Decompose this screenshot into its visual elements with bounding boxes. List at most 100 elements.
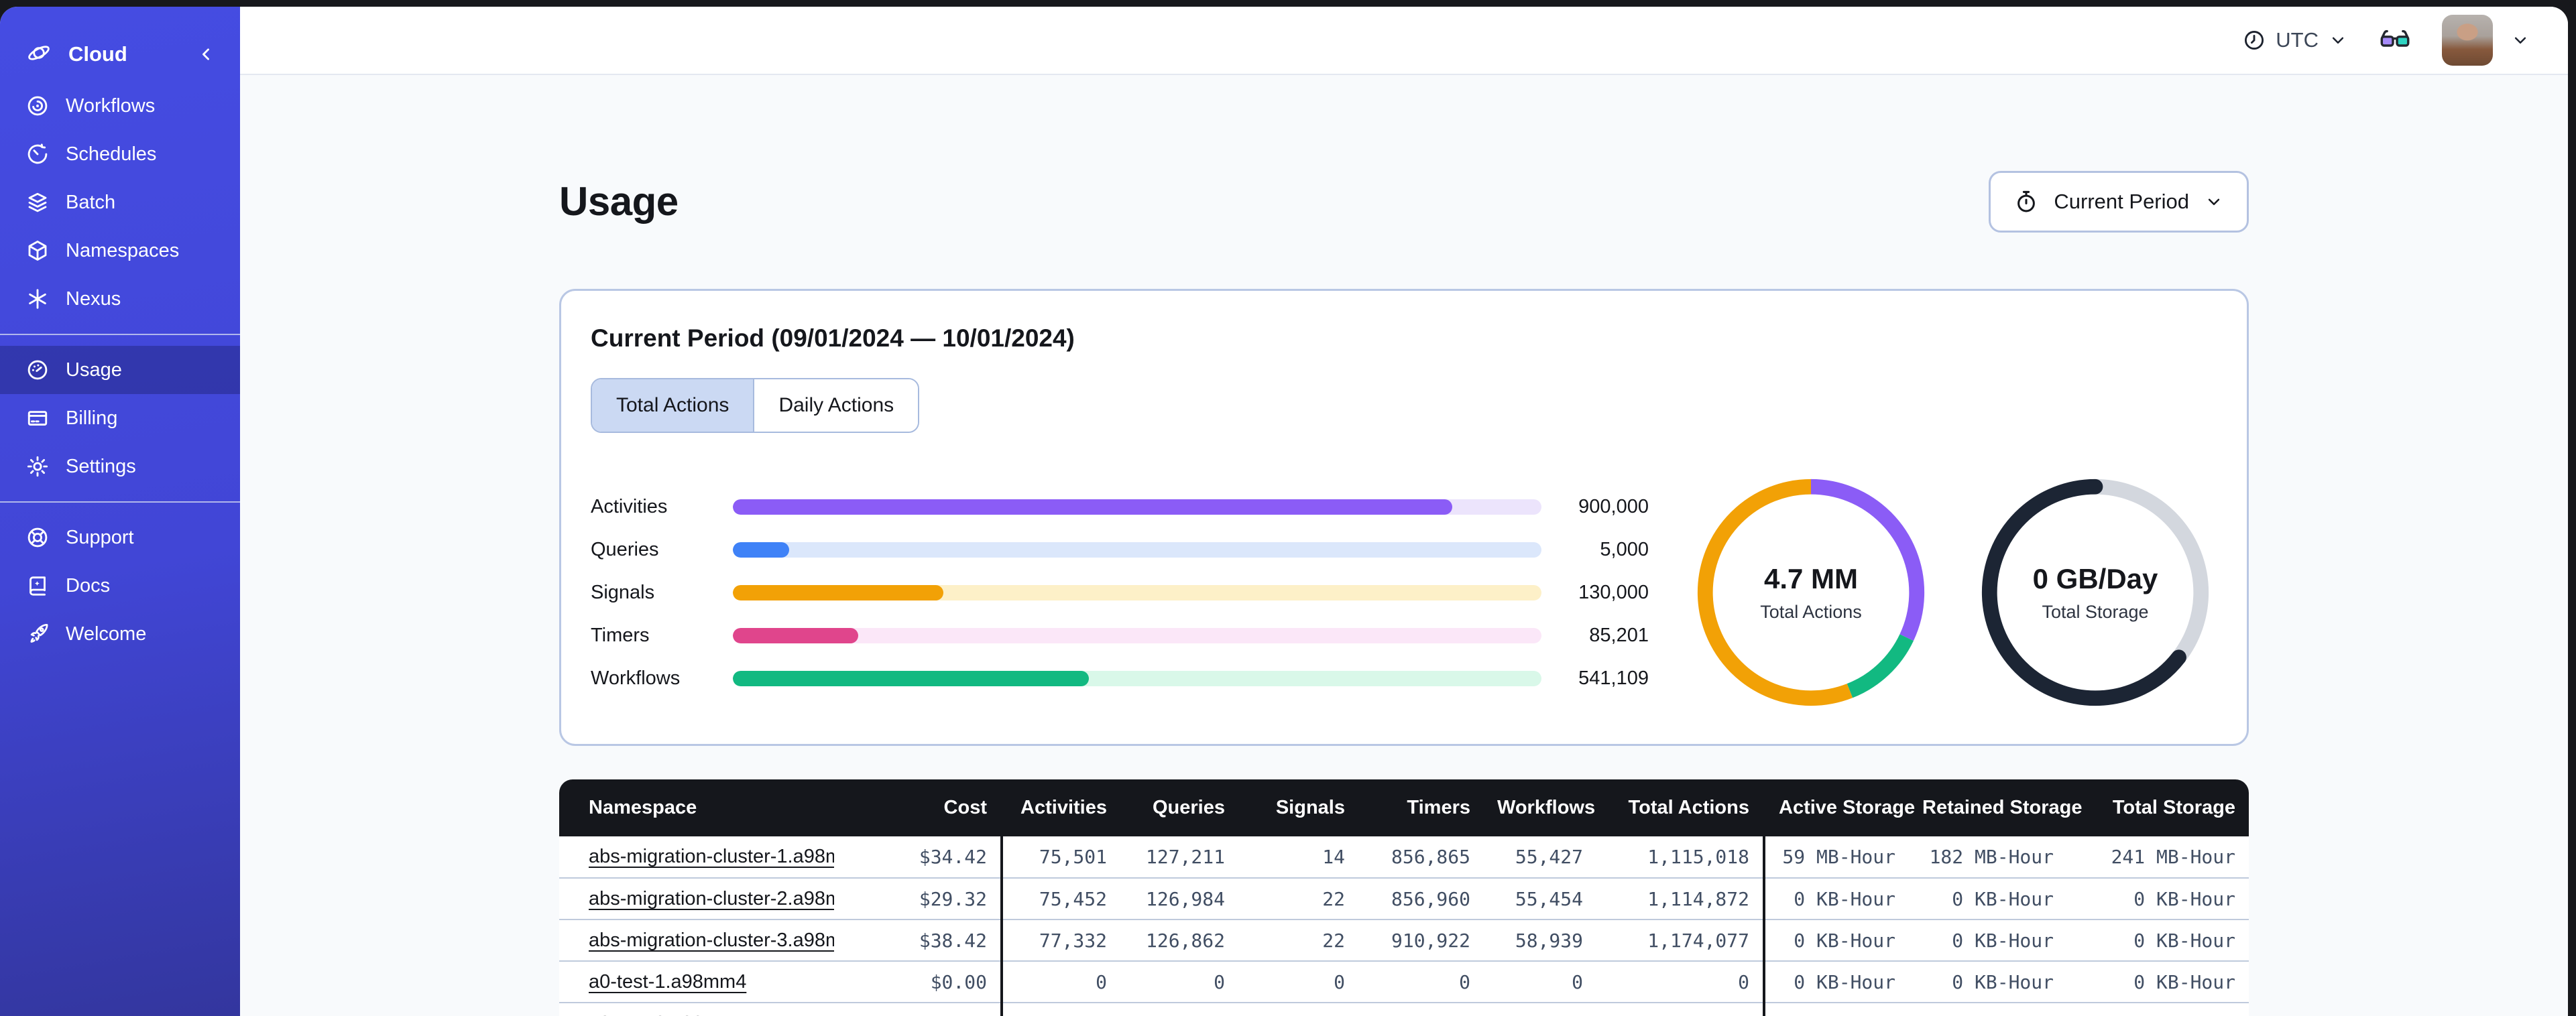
cell-timers: 0 bbox=[1358, 1003, 1484, 1016]
user-menu[interactable] bbox=[2442, 15, 2530, 66]
namespace-link[interactable]: abs-migration-cluster-3.a98mm4 bbox=[589, 930, 834, 951]
page-title: Usage bbox=[559, 179, 679, 225]
total-storage-donut: 0 GB/Day Total Storage bbox=[1973, 470, 2217, 714]
cell-queries: 126,984 bbox=[1120, 878, 1238, 921]
cell-activities: 75,452 bbox=[1000, 878, 1120, 921]
sidebar-divider bbox=[0, 501, 240, 503]
bar-value: 85,201 bbox=[1589, 624, 1649, 646]
clock-icon bbox=[2245, 30, 2264, 50]
sidebar-item-label: Welcome bbox=[66, 623, 147, 645]
col-namespace: Namespace bbox=[559, 779, 834, 837]
cell-activities: 77,332 bbox=[1000, 919, 1120, 962]
topbar: UTC bbox=[240, 7, 2568, 75]
col-total-storage: Total Storage bbox=[2067, 779, 2249, 837]
sidebar-item-usage[interactable]: Usage bbox=[0, 346, 240, 394]
sidebar-item-namespaces[interactable]: Namespaces bbox=[0, 227, 240, 275]
current-period-card: Current Period (09/01/2024 — 10/01/2024)… bbox=[559, 289, 2249, 747]
col-signals: Signals bbox=[1238, 779, 1358, 837]
col-timers: Timers bbox=[1358, 779, 1484, 837]
cell-cost: $29.32 bbox=[834, 878, 1002, 921]
demo-glasses-button[interactable] bbox=[2378, 23, 2412, 58]
namespace-link[interactable]: a0-test-1.a98mm4 bbox=[589, 971, 746, 993]
period-select-button[interactable]: Current Period bbox=[1989, 170, 2249, 233]
cell-retained-storage: 182 MB-Hour bbox=[1909, 836, 2067, 879]
sidebar-item-label: Support bbox=[66, 526, 134, 548]
timezone-picker[interactable]: UTC bbox=[2242, 28, 2348, 52]
bar-fill bbox=[733, 499, 1453, 515]
book-icon bbox=[25, 574, 50, 598]
sidebar-item-label: Namespaces bbox=[66, 239, 180, 261]
sidebar-item-workflows[interactable]: Workflows bbox=[0, 82, 240, 130]
bar-label: Workflows bbox=[591, 667, 681, 689]
sidebar-item-label: Schedules bbox=[66, 143, 157, 165]
bar-value: 5,000 bbox=[1600, 538, 1649, 560]
cell-workflows: 55,427 bbox=[1484, 836, 1596, 879]
sidebar-item-settings[interactable]: Settings bbox=[0, 442, 240, 491]
namespace-link[interactable]: abs-migration-cluster-1.a98mm4 bbox=[589, 846, 834, 867]
col-cost: Cost bbox=[834, 779, 1002, 837]
table-row: abs-migration-cluster-3.a98mm4 $38.42 77… bbox=[559, 919, 2249, 962]
cloud-orbit-icon bbox=[25, 40, 52, 70]
cell-queries: 127,211 bbox=[1120, 836, 1238, 879]
glasses-icon bbox=[2380, 29, 2410, 47]
sidebar-item-schedules[interactable]: Schedules bbox=[0, 130, 240, 178]
cell-total-storage: 0 KB-Hour bbox=[2067, 1003, 2249, 1016]
namespace-link[interactable]: abs-migration-cluster-2.a98mm4 bbox=[589, 888, 834, 909]
sidebar-item-label: Docs bbox=[66, 574, 111, 596]
cell-activities: 0 bbox=[1000, 961, 1120, 1004]
cell-timers: 856,865 bbox=[1358, 836, 1484, 879]
cell-activities: 75,501 bbox=[1000, 836, 1120, 879]
bar-row-signals: Signals 130,000 bbox=[591, 571, 1649, 614]
bar-track bbox=[733, 499, 1541, 515]
cell-retained-storage: 0 KB-Hour bbox=[1909, 1003, 2067, 1016]
bar-value: 541,109 bbox=[1578, 667, 1649, 689]
cell-queries: 0 bbox=[1120, 961, 1238, 1004]
app-window: Cloud Workflows Schedules Batch Namespac… bbox=[0, 7, 2568, 1016]
tab-daily-actions[interactable]: Daily Actions bbox=[753, 379, 919, 432]
cell-retained-storage: 0 KB-Hour bbox=[1909, 961, 2067, 1004]
chevron-down-icon bbox=[2208, 198, 2220, 205]
bar-track bbox=[733, 627, 1541, 643]
avatar[interactable] bbox=[2442, 15, 2493, 66]
tab-total-actions[interactable]: Total Actions bbox=[592, 379, 754, 432]
table-row: abs-migration-cluster-2.a98mm4 $29.32 75… bbox=[559, 878, 2249, 921]
cell-total-storage: 0 KB-Hour bbox=[2067, 878, 2249, 921]
sidebar-divider bbox=[0, 334, 240, 335]
col-total-actions: Total Actions bbox=[1596, 779, 1764, 837]
sidebar-item-nexus[interactable]: Nexus bbox=[0, 275, 240, 323]
donut-value: 4.7 MM bbox=[1763, 562, 1859, 594]
bar-fill bbox=[733, 584, 943, 600]
stopwatch-icon bbox=[2017, 190, 2036, 212]
sidebar-item-billing[interactable]: Billing bbox=[0, 394, 240, 442]
actions-tab-group: Total Actions Daily Actions bbox=[591, 378, 920, 434]
cell-signals: 0 bbox=[1238, 961, 1358, 1004]
chevron-down-icon bbox=[2332, 37, 2344, 44]
cell-total-actions: 1,114,872 bbox=[1596, 878, 1764, 921]
cell-activities: 0 bbox=[1000, 1003, 1120, 1016]
sidebar-item-welcome[interactable]: Welcome bbox=[0, 610, 240, 658]
cell-workflows: 0 bbox=[1484, 1003, 1596, 1016]
namespace-link[interactable]: a0-test-2.a98mm4 bbox=[589, 1013, 746, 1016]
table-row: a0-test-2.a98mm4 $0.00 0 0 0 0 0 0 0 KB-… bbox=[559, 1003, 2249, 1016]
cell-cost: $0.00 bbox=[834, 1003, 1002, 1016]
sidebar-item-batch[interactable]: Batch bbox=[0, 178, 240, 227]
cell-timers: 856,960 bbox=[1358, 878, 1484, 921]
bar-fill bbox=[733, 542, 790, 558]
cell-timers: 0 bbox=[1358, 961, 1484, 1004]
main-content: Usage Current Period Current Period (09/… bbox=[240, 75, 2568, 1016]
collapse-sidebar-icon[interactable] bbox=[194, 43, 217, 66]
cube-icon bbox=[25, 239, 50, 263]
bar-label: Timers bbox=[591, 624, 650, 646]
cell-cost: $38.42 bbox=[834, 919, 1002, 962]
cell-queries: 126,862 bbox=[1120, 919, 1238, 962]
rocket-icon bbox=[25, 622, 50, 646]
cell-total-storage: 0 KB-Hour bbox=[2067, 919, 2249, 962]
cell-timers: 910,922 bbox=[1358, 919, 1484, 962]
sidebar-item-docs[interactable]: Docs bbox=[0, 562, 240, 610]
sidebar-brand[interactable]: Cloud bbox=[0, 27, 240, 82]
donut-value: 0 GB/Day bbox=[2032, 562, 2158, 594]
cell-total-storage: 0 KB-Hour bbox=[2067, 961, 2249, 1004]
col-active-storage: Active Storage bbox=[1763, 779, 1915, 837]
sidebar-item-support[interactable]: Support bbox=[0, 513, 240, 562]
asterisk-icon bbox=[25, 287, 50, 311]
